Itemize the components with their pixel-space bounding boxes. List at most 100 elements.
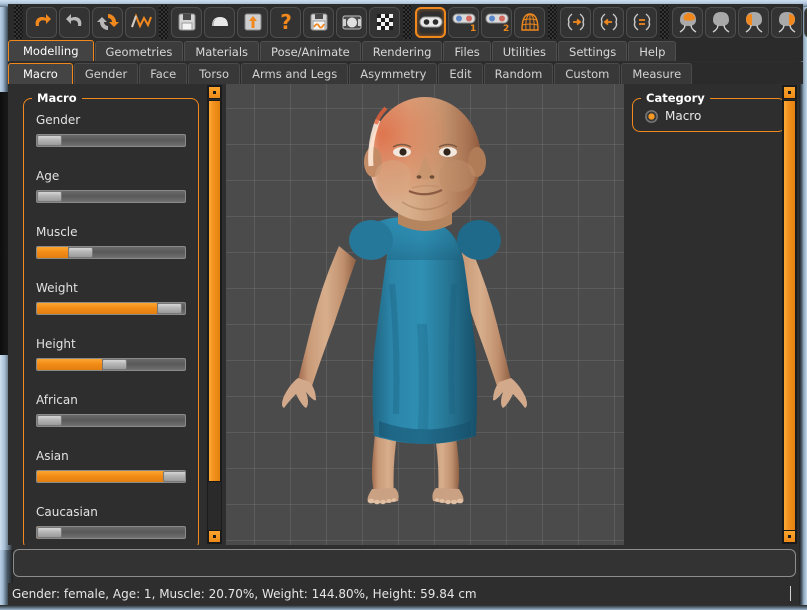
slider-track[interactable] xyxy=(36,302,186,315)
slider-handle xyxy=(37,415,62,426)
help-button[interactable]: ? xyxy=(270,7,301,38)
command-input[interactable] xyxy=(13,549,796,577)
save-target-button[interactable] xyxy=(303,7,334,38)
scroll-down-button[interactable] xyxy=(208,530,221,543)
symmetry-right-button[interactable] xyxy=(560,7,591,38)
slider-fill xyxy=(37,359,102,370)
slider-fill xyxy=(37,303,157,314)
reset-mesh-button[interactable] xyxy=(92,7,123,38)
left-view-button[interactable] xyxy=(738,7,769,38)
tab-torso[interactable]: Torso xyxy=(188,63,240,84)
grab-screen-button[interactable] xyxy=(336,7,367,38)
slider-muscle[interactable]: Muscle xyxy=(24,225,198,259)
left-settings-panel: Macro Gender Age Muscle xyxy=(13,84,203,545)
symmetry-button[interactable] xyxy=(626,7,657,38)
tab-label: Measure xyxy=(632,67,681,81)
tab-settings[interactable]: Settings xyxy=(558,41,627,61)
wireframe-button[interactable] xyxy=(514,7,545,38)
tab-utilities[interactable]: Utilities xyxy=(492,41,557,61)
slider-handle xyxy=(37,135,62,146)
symmetry-left-button[interactable] xyxy=(593,7,624,38)
tab-pose-animate[interactable]: Pose/Animate xyxy=(260,41,361,61)
stereo2-icon: 2 xyxy=(485,12,509,32)
scroll-down-button[interactable] xyxy=(783,530,796,543)
slider-track[interactable] xyxy=(36,414,186,427)
redo-button[interactable] xyxy=(59,7,90,38)
tab-random[interactable]: Random xyxy=(484,63,554,84)
category-option-macro[interactable]: Macro xyxy=(633,109,785,123)
scroll-up-button[interactable] xyxy=(208,86,221,99)
3d-viewport[interactable] xyxy=(226,84,624,545)
tab-materials[interactable]: Materials xyxy=(184,41,259,61)
tab-help[interactable]: Help xyxy=(628,41,676,61)
back-view-button[interactable] xyxy=(705,7,736,38)
slider-track[interactable] xyxy=(36,246,186,259)
texture-button[interactable] xyxy=(369,7,400,38)
slider-track[interactable] xyxy=(36,190,186,203)
window-frame-right xyxy=(799,0,807,610)
symmetry-icon xyxy=(630,12,654,32)
tab-label: Help xyxy=(639,45,665,59)
tab-label: Face xyxy=(150,67,176,81)
smooth-button[interactable] xyxy=(125,7,156,38)
undo-button[interactable] xyxy=(26,7,57,38)
tab-label: Files xyxy=(454,45,479,59)
tab-asymmetry[interactable]: Asymmetry xyxy=(349,63,437,84)
scroll-up-button[interactable] xyxy=(783,86,796,99)
tab-measure[interactable]: Measure xyxy=(621,63,692,84)
tab-geometries[interactable]: Geometries xyxy=(95,41,184,61)
tab-gender[interactable]: Gender xyxy=(74,63,138,84)
slider-track[interactable] xyxy=(36,526,186,539)
scroll-thumb[interactable] xyxy=(783,100,796,531)
stereo1-button[interactable]: 1 xyxy=(448,7,479,38)
radio-selected-icon xyxy=(645,110,658,123)
tab-label: Edit xyxy=(449,67,471,81)
scroll-thumb[interactable] xyxy=(208,100,221,482)
macro-group-title: Macro xyxy=(32,91,82,105)
tab-label: Geometries xyxy=(106,45,173,59)
tab-rendering[interactable]: Rendering xyxy=(362,41,443,61)
tab-label: Gender xyxy=(85,67,127,81)
category-option-label: Macro xyxy=(665,109,701,123)
save-button[interactable] xyxy=(171,7,202,38)
stereo1-icon: 1 xyxy=(452,12,476,32)
left-panel-scrollbar[interactable] xyxy=(207,85,222,544)
right-sleeve xyxy=(457,220,501,260)
tab-custom[interactable]: Custom xyxy=(554,63,620,84)
save-icon xyxy=(177,12,197,32)
secondary-tab-bar: Macro Gender Face Torso Arms and Legs As… xyxy=(8,62,803,84)
tab-label: Settings xyxy=(569,45,616,59)
slider-african[interactable]: African xyxy=(24,393,198,427)
toolbar-separator xyxy=(660,5,669,39)
character-model[interactable] xyxy=(226,84,624,545)
load-button[interactable] xyxy=(204,7,235,38)
slider-weight[interactable]: Weight xyxy=(24,281,198,315)
tab-macro[interactable]: Macro xyxy=(8,63,73,84)
slider-track[interactable] xyxy=(36,358,186,371)
slider-gender[interactable]: Gender xyxy=(24,113,198,147)
right-panel-scrollbar[interactable] xyxy=(782,85,797,544)
normal-view-button[interactable] xyxy=(415,7,446,38)
tab-files[interactable]: Files xyxy=(443,41,490,61)
slider-caucasian[interactable]: Caucasian xyxy=(24,505,198,539)
right-view-button[interactable] xyxy=(771,7,802,38)
slider-age[interactable]: Age xyxy=(24,169,198,203)
slider-asian[interactable]: Asian xyxy=(24,449,198,483)
export-button[interactable] xyxy=(237,7,268,38)
undo-icon xyxy=(31,12,53,32)
stereo2-button[interactable]: 2 xyxy=(481,7,512,38)
tab-modelling[interactable]: Modelling xyxy=(8,40,94,61)
slider-handle xyxy=(37,191,62,202)
slider-height[interactable]: Height xyxy=(24,337,198,371)
slider-handle xyxy=(68,247,93,258)
tab-arms-and-legs[interactable]: Arms and Legs xyxy=(241,63,348,84)
tab-label: Utilities xyxy=(503,45,546,59)
tab-face[interactable]: Face xyxy=(139,63,187,84)
glasses-icon xyxy=(419,15,443,29)
slider-track[interactable] xyxy=(36,134,186,147)
tab-edit[interactable]: Edit xyxy=(438,63,482,84)
slider-label: Height xyxy=(36,337,186,351)
front-view-button[interactable] xyxy=(672,7,703,38)
slider-label: African xyxy=(36,393,186,407)
slider-track[interactable] xyxy=(36,470,186,483)
